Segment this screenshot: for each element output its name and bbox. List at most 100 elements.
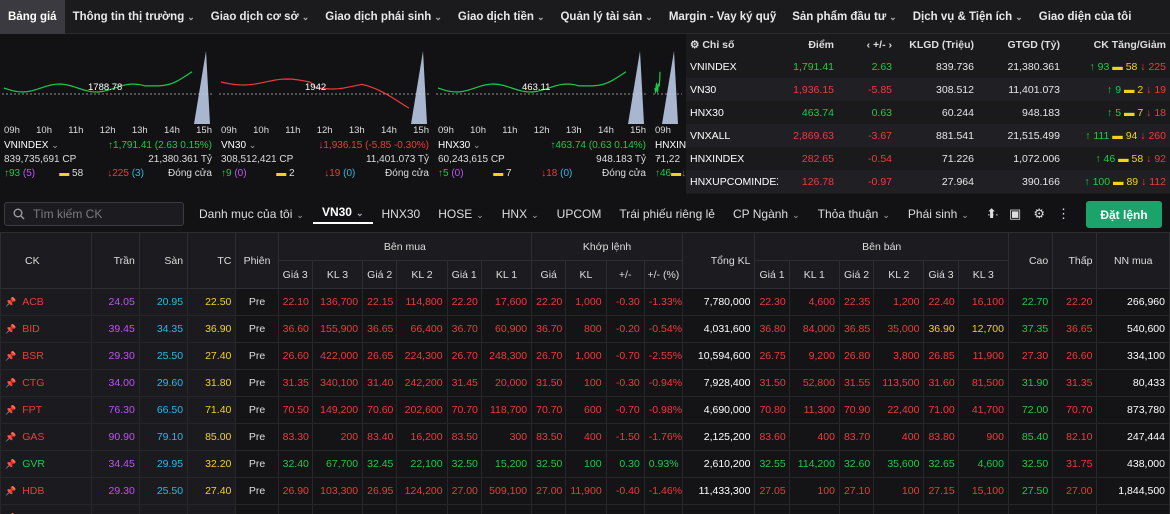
pin-icon[interactable]: 📌 xyxy=(5,351,16,362)
index-row[interactable]: VNXALL 2,869.63 -3.67 881.541 21,515.499 ↑ 11… xyxy=(686,124,1170,147)
index-chart-hnxindex[interactable]: 09h HNXINDEX ⌄ 71,22 ↑46 ▬ ↓ xyxy=(653,36,707,182)
table-row[interactable]: 📌 ACB 24.05 20.95 22.50 Pre 22.10 136,700 22.15 1… xyxy=(0,288,1170,316)
search-box[interactable] xyxy=(4,202,184,226)
table-row[interactable]: 📌 GAS 90.90 79.10 85.00 Pre 83.30 200 83.40 16,20… xyxy=(0,423,1170,451)
time-tick: 09h xyxy=(655,125,671,136)
time-tick: 14h xyxy=(164,125,180,136)
pin-icon[interactable]: 📌 xyxy=(5,378,16,389)
index-chart-vn30[interactable]: 1942 09h 10h 11h 12h 13h 14h 15h VN30 ⌄ ↓1,936.15… xyxy=(219,36,431,182)
index-chart-vnindex[interactable]: 1788.78 09h 10h 11h 12h 13h 14h 15h VNINDEX ⌄ ↑1,… xyxy=(2,36,214,182)
tab-8[interactable]: Thỏa thuận ⌄ xyxy=(809,207,899,221)
reference-value: 1942 xyxy=(305,82,327,93)
index-row[interactable]: VN30 1,936.15 -5.85 308.512 11,401.073 ↑ 9 ▬ … xyxy=(686,78,1170,101)
index-row[interactable]: HNX30 463.74 0.63 60.244 948.183 ↑ 5 ▬ 7 ↓ 18 xyxy=(686,101,1170,124)
bid-volume: 118,700 xyxy=(480,396,533,424)
breadth-up: ↑9 (0) xyxy=(221,168,247,179)
ask-volume: 400 xyxy=(873,423,925,451)
nav-item-label: Sản phẩm đầu tư xyxy=(792,10,887,23)
nav-item-5[interactable]: Quản lý tài sản ⌄ xyxy=(552,0,660,34)
symbol-cell[interactable]: 📌 FPT xyxy=(0,396,92,424)
nav-item-8[interactable]: Dịch vụ & Tiện ích ⌄ xyxy=(905,0,1031,34)
nav-item-2[interactable]: Giao dịch cơ sở ⌄ xyxy=(203,0,317,34)
subheader-match_sub: KL xyxy=(565,260,607,289)
ask-volume: 4,600 xyxy=(788,288,840,316)
symbol-cell[interactable]: 📌 GAS xyxy=(0,423,92,451)
symbol-cell[interactable]: 📌 BID xyxy=(0,315,92,343)
pin-icon[interactable]: 📌 xyxy=(5,486,16,497)
symbol-cell[interactable]: 📌 CTG xyxy=(0,369,92,397)
index-row[interactable]: VNINDEX 1,791.41 2.63 839.736 21,380.361 ↑ 93… xyxy=(686,55,1170,78)
symbol-cell[interactable]: 📌HPG xyxy=(0,504,92,514)
bid-volume: 224,300 xyxy=(396,342,448,370)
nav-item-4[interactable]: Giao dịch tiền ⌄ xyxy=(450,0,553,34)
nav-item-0[interactable]: Bảng giá xyxy=(0,0,65,34)
symbol-cell[interactable]: 📌 ACB xyxy=(0,288,92,316)
tab-7[interactable]: CP Ngành ⌄ xyxy=(724,207,809,221)
chevron-down-icon: ⌄ xyxy=(473,140,481,150)
tab-1[interactable]: VN30 ⌄ xyxy=(312,205,373,224)
floor-price: 20.70 xyxy=(138,504,189,514)
table-row[interactable]: 📌 CTG 34.00 29.60 31.80 Pre 31.35 340,100 31.40 2… xyxy=(0,369,1170,397)
table-row[interactable]: 📌 FPT 76.30 66.50 71.40 Pre 70.50 149,200 70.60 2… xyxy=(0,396,1170,424)
table-row[interactable]: 📌 BID 39.45 34.35 36.90 Pre 36.60 155,900 36.65 6… xyxy=(0,315,1170,343)
table-row[interactable]: 📌 BSR 29.30 25.50 27.40 Pre 26.60 422,000 26.65 2… xyxy=(0,342,1170,370)
foreign-buy: 3,786,600 xyxy=(1096,504,1170,514)
high-price: 27.30 xyxy=(1007,342,1054,370)
nav-item-3[interactable]: Giao dịch phái sinh ⌄ xyxy=(317,0,450,34)
bid-price: 22.15 xyxy=(362,288,398,316)
index-points: 1,936.15 xyxy=(778,78,838,101)
symbol-cell[interactable]: 📌 GVR xyxy=(0,450,92,478)
bid-price: 27.00 xyxy=(446,477,482,505)
index-row[interactable]: HNXINDEX 282.65 -0.54 71.226 1,072.006 ↑ 46 ▬… xyxy=(686,147,1170,170)
nav-item-6[interactable]: Margin - Vay ký quỹ xyxy=(661,0,784,34)
search-input[interactable] xyxy=(33,207,173,221)
table-row[interactable]: 📌 GVR 34.45 29.95 32.20 Pre 32.40 67,700 32.45 22… xyxy=(0,450,1170,478)
tab-3[interactable]: HOSE ⌄ xyxy=(429,207,493,221)
breadth-up: ↑46 xyxy=(655,168,672,179)
chevron-down-icon: ⌄ xyxy=(536,11,545,22)
index-name[interactable]: HNX30 ⌄ xyxy=(438,140,481,151)
col-change[interactable]: ‹ +/- › xyxy=(838,34,896,55)
ask-price: 70.80 xyxy=(754,396,790,424)
nav-item-9[interactable]: Giao diện của tôi xyxy=(1031,0,1140,34)
symbol-cell[interactable]: 📌 HDB xyxy=(0,477,92,505)
pin-icon[interactable]: 📌 xyxy=(5,324,16,335)
session: Pre xyxy=(235,423,279,451)
table-row[interactable]: 📌 HDB 29.30 25.50 27.40 Pre 26.90 103,300 26.95 1… xyxy=(0,477,1170,505)
index-row[interactable]: HNXUPCOMINDEX 126.78 -0.97 27.964 390.166 ↑ 1… xyxy=(686,170,1170,193)
index-chart-hnx30[interactable]: 463.11 09h 10h 11h 12h 13h 14h 15h HNX30 ⌄ ↑463.7… xyxy=(436,36,648,182)
index-name[interactable]: VNINDEX ⌄ xyxy=(4,140,59,151)
col-high: Cao xyxy=(1007,232,1054,289)
index-breadth: ↑ 100 ▬ 89 ↓ 112 xyxy=(1064,170,1170,193)
excel-icon[interactable]: ▣ xyxy=(1009,206,1021,222)
tab-9[interactable]: Phái sinh ⌄ xyxy=(899,207,978,221)
more-vertical-icon[interactable]: ⋮ xyxy=(1057,206,1070,222)
tab-6[interactable]: Trái phiếu riêng lẻ xyxy=(610,207,724,221)
pin-icon[interactable]: 📌 xyxy=(5,297,16,308)
index-name: VNXALL xyxy=(686,124,778,147)
chevron-down-icon: ⌄ xyxy=(301,11,310,22)
place-order-button[interactable]: Đặt lệnh xyxy=(1086,201,1162,228)
col-ck[interactable]: CK xyxy=(0,232,92,289)
tab-5[interactable]: UPCOM xyxy=(548,207,611,221)
settings-icon[interactable]: ⚙ xyxy=(1033,206,1045,222)
pin-icon[interactable]: 📌 xyxy=(5,432,16,443)
tab-4[interactable]: HNX ⌄ xyxy=(493,207,548,221)
ask-price: 83.70 xyxy=(838,423,875,451)
tab-0[interactable]: Danh mục của tôi ⌄ xyxy=(190,207,313,221)
table-row[interactable]: 📌HPG23.8020.7022.25Pre21.70277,50021.752… xyxy=(0,504,1170,514)
breadth-flat: ▬ 2 xyxy=(276,168,295,179)
col-index-name[interactable]: ⚙ Chỉ số xyxy=(686,34,778,55)
chevron-down-icon: ⌄ xyxy=(434,11,442,22)
tab-2[interactable]: HNX30 xyxy=(373,207,430,221)
pin-icon[interactable]: 📌 xyxy=(5,405,16,416)
index-name[interactable]: VN30 ⌄ xyxy=(221,140,256,151)
nav-item-1[interactable]: Thông tin thị trường ⌄ xyxy=(65,0,203,34)
index-gtgd: 948.183 xyxy=(1022,106,1060,119)
match-price: 36.70 xyxy=(531,315,567,343)
symbol-cell[interactable]: 📌 BSR xyxy=(0,342,92,370)
arrow-up-icon[interactable]: ⬆ xyxy=(986,206,997,222)
pin-icon[interactable]: 📌 xyxy=(5,459,16,470)
nav-item-7[interactable]: Sản phẩm đầu tư ⌄ xyxy=(784,0,905,34)
gear-icon[interactable]: ⚙ xyxy=(690,39,699,51)
